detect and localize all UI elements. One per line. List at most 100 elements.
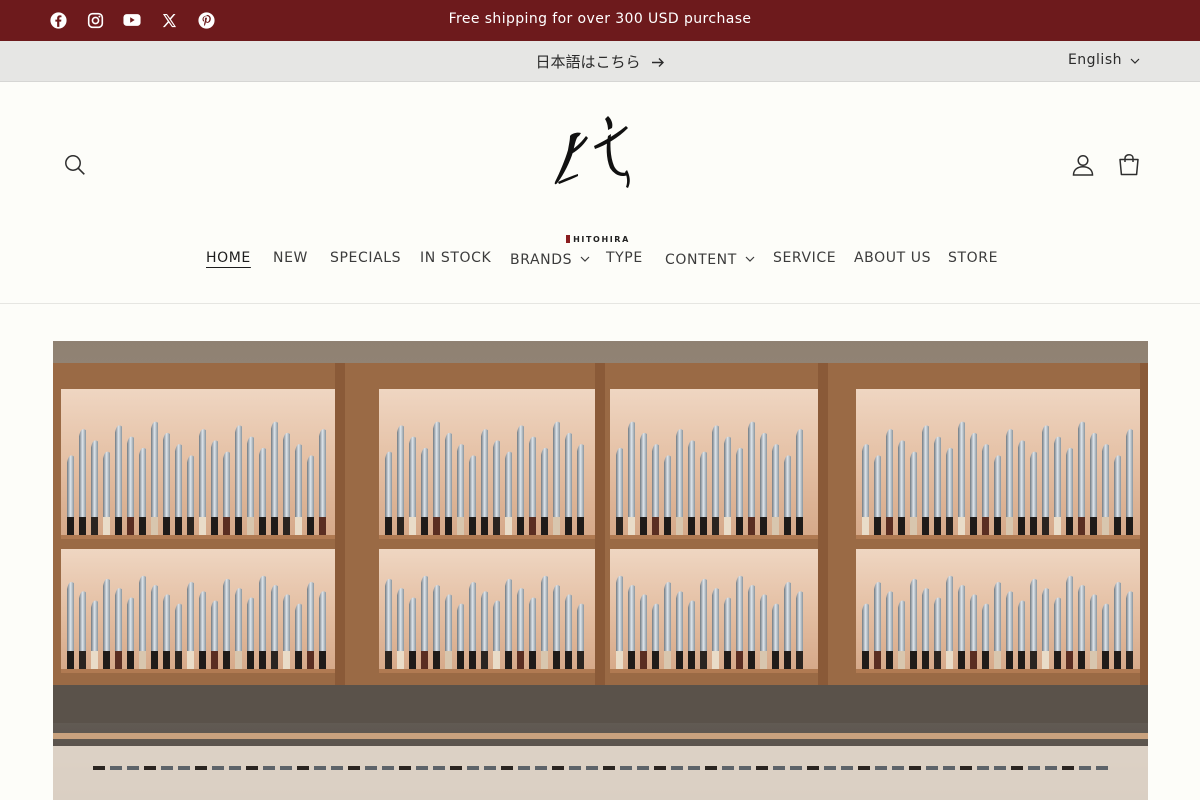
counter-knife [722,766,734,770]
knife-blade [796,429,803,517]
knife-blade [445,594,452,651]
counter-knife [756,766,768,770]
knife-handle [469,651,476,671]
knife-blade [1066,447,1073,517]
knife-handle [1126,651,1133,671]
knife-handle [211,517,218,537]
knife-blade [628,421,635,517]
knife-handle [223,651,230,671]
knife-handle [724,651,731,671]
nav-item-home[interactable]: HOME [206,250,251,266]
counter-knife [1062,766,1074,770]
shelf-ledge [856,535,1140,539]
knife-blade [211,440,218,517]
knife-handle [628,651,635,671]
nav-item-about-us[interactable]: ABOUT US [854,250,931,266]
knife-blade [553,421,560,517]
knife-handle [628,517,635,537]
counter-knife [297,766,309,770]
knife-blade [529,597,536,651]
knife-handle [319,651,326,671]
nav-item-store[interactable]: STORE [948,250,998,266]
knife-handle [493,517,500,537]
nav-item-in-stock[interactable]: IN STOCK [420,250,491,266]
knife-blade [982,603,989,651]
knife-blade [271,585,278,651]
knife-blade [433,421,440,517]
counter-knife [484,766,496,770]
knife-blade [223,451,230,517]
announcement-bar: Free shipping for over 300 USD purchase [0,0,1200,41]
knife-handle [79,651,86,671]
knife-blade [784,581,791,651]
knife-blade [652,444,659,517]
knife-blade [295,444,302,517]
knife-blade [862,603,869,651]
knife-handle [505,517,512,537]
knife-handle [259,651,266,671]
counter-knife [416,766,428,770]
knife-blade [295,603,302,651]
main-navigation: HOME NEW SPECIALS IN STOCK BRANDS TYPE C… [0,250,1200,274]
knife-handle [91,517,98,537]
knife-blade [409,597,416,651]
knife-blade [199,591,206,651]
nav-item-service[interactable]: SERVICE [773,250,836,266]
nav-item-type[interactable]: TYPE [606,250,643,266]
shelf-ledge [610,535,818,539]
cart-button[interactable] [1116,152,1142,178]
counter-knife [552,766,564,770]
knife-handle [271,651,278,671]
knife-handle [139,517,146,537]
knife-handle [1102,517,1109,537]
knife-handle [874,651,881,671]
red-seal-mark [566,235,571,243]
knife-blade [529,436,536,517]
knife-blade [421,575,428,651]
counter-knife [807,766,819,770]
knife-handle [445,651,452,671]
knife-handle [676,517,683,537]
knife-blade [115,588,122,651]
knife-blade [640,432,647,517]
knife-handle [103,517,110,537]
knife-blade [1054,597,1061,651]
knife-blade [187,455,194,517]
knife-blade [385,578,392,651]
knife-blade [982,444,989,517]
knife-blade [1090,594,1097,651]
knife-handle [493,651,500,671]
knife-handle [946,651,953,671]
nav-item-new[interactable]: NEW [273,250,308,266]
hitohira-calligraphy-mark [554,116,630,188]
knife-blade [397,425,404,517]
knife-handle [784,517,791,537]
nav-brands-label: BRANDS [510,252,573,268]
counter-knife [1045,766,1057,770]
knife-handle [934,651,941,671]
knife-handle [712,517,719,537]
language-selector[interactable]: English [1068,52,1140,68]
display-panel [61,549,335,673]
knife-handle [385,651,392,671]
knife-blade [103,578,110,651]
knife-blade [505,451,512,517]
nav-item-specials[interactable]: SPECIALS [330,250,401,266]
knife-handle [199,651,206,671]
counter-knife [518,766,530,770]
knife-blade [910,451,917,517]
knife-handle [199,517,206,537]
japanese-site-link[interactable]: 日本語はこちら [0,51,1200,72]
search-button[interactable] [62,152,88,178]
knife-blade [235,588,242,651]
account-button[interactable] [1070,152,1096,178]
knife-handle [283,517,290,537]
counter-knife [161,766,173,770]
nav-item-brands[interactable]: BRANDS [510,250,590,268]
nav-item-content[interactable]: CONTENT [665,250,755,268]
brand-logo[interactable]: HITOHIRA [548,114,648,244]
hero-banner-image[interactable] [53,341,1148,800]
user-icon [1070,154,1096,182]
counter-knife [1096,766,1108,770]
knife-handle [898,517,905,537]
